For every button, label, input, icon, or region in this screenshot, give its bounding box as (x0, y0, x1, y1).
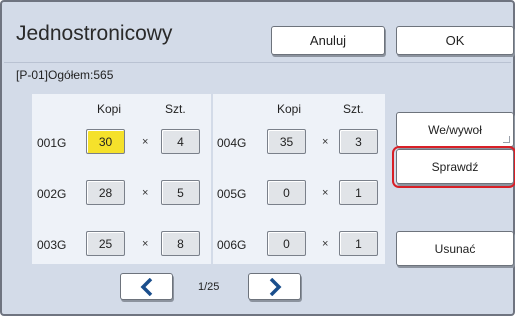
header-sets: Szt. (165, 102, 186, 116)
row-code: 003G (37, 238, 67, 252)
times-symbol: × (142, 187, 149, 199)
header-divider (4, 62, 511, 63)
table-column-divider (211, 94, 213, 264)
copies-cell[interactable]: 30 (86, 129, 125, 154)
page-indicator: 1/25 (198, 281, 220, 293)
row-code: 004G (217, 136, 247, 150)
import-export-label: We/wywoł (428, 122, 482, 137)
sets-cell[interactable]: 3 (339, 129, 378, 154)
import-export-button[interactable]: We/wywoł (396, 112, 514, 147)
copies-cell[interactable]: 0 (267, 231, 306, 256)
dialog-window: Jednostronicowy Anuluj OK [P-01]Ogółem:5… (0, 0, 515, 316)
prev-page-button[interactable] (120, 273, 173, 300)
total-label: [P-01]Ogółem:565 (16, 68, 114, 82)
header-sets: Szt. (343, 102, 364, 116)
row-code: 005G (217, 187, 247, 201)
copies-cell[interactable]: 0 (267, 180, 306, 205)
header-copies: Kopi (97, 102, 122, 116)
times-symbol: × (322, 136, 329, 148)
times-symbol: × (322, 238, 329, 250)
sets-cell[interactable]: 4 (161, 129, 200, 154)
copies-cell[interactable]: 25 (86, 231, 125, 256)
chevron-left-icon (140, 277, 152, 296)
chevron-right-icon (269, 277, 281, 296)
times-symbol: × (142, 238, 149, 250)
header-copies: Kopi (277, 102, 302, 116)
more-options-indicator (503, 136, 510, 143)
copies-cell[interactable]: 35 (267, 129, 306, 154)
delete-button[interactable]: Usunać (396, 231, 514, 266)
next-page-button[interactable] (248, 273, 301, 300)
dialog-title: Jednostronicowy (16, 22, 173, 45)
ok-button[interactable]: OK (396, 26, 514, 55)
row-code: 001G (37, 136, 67, 150)
sets-cell[interactable]: 8 (161, 231, 200, 256)
row-code: 006G (217, 238, 247, 252)
copies-table (32, 94, 385, 264)
copies-cell[interactable]: 28 (86, 180, 125, 205)
row-code: 002G (37, 187, 67, 201)
sets-cell[interactable]: 1 (339, 231, 378, 256)
times-symbol: × (322, 187, 329, 199)
sets-cell[interactable]: 5 (161, 180, 200, 205)
sets-cell[interactable]: 1 (339, 180, 378, 205)
cancel-button[interactable]: Anuluj (271, 26, 385, 55)
times-symbol: × (142, 136, 149, 148)
highlight-frame (392, 146, 515, 188)
